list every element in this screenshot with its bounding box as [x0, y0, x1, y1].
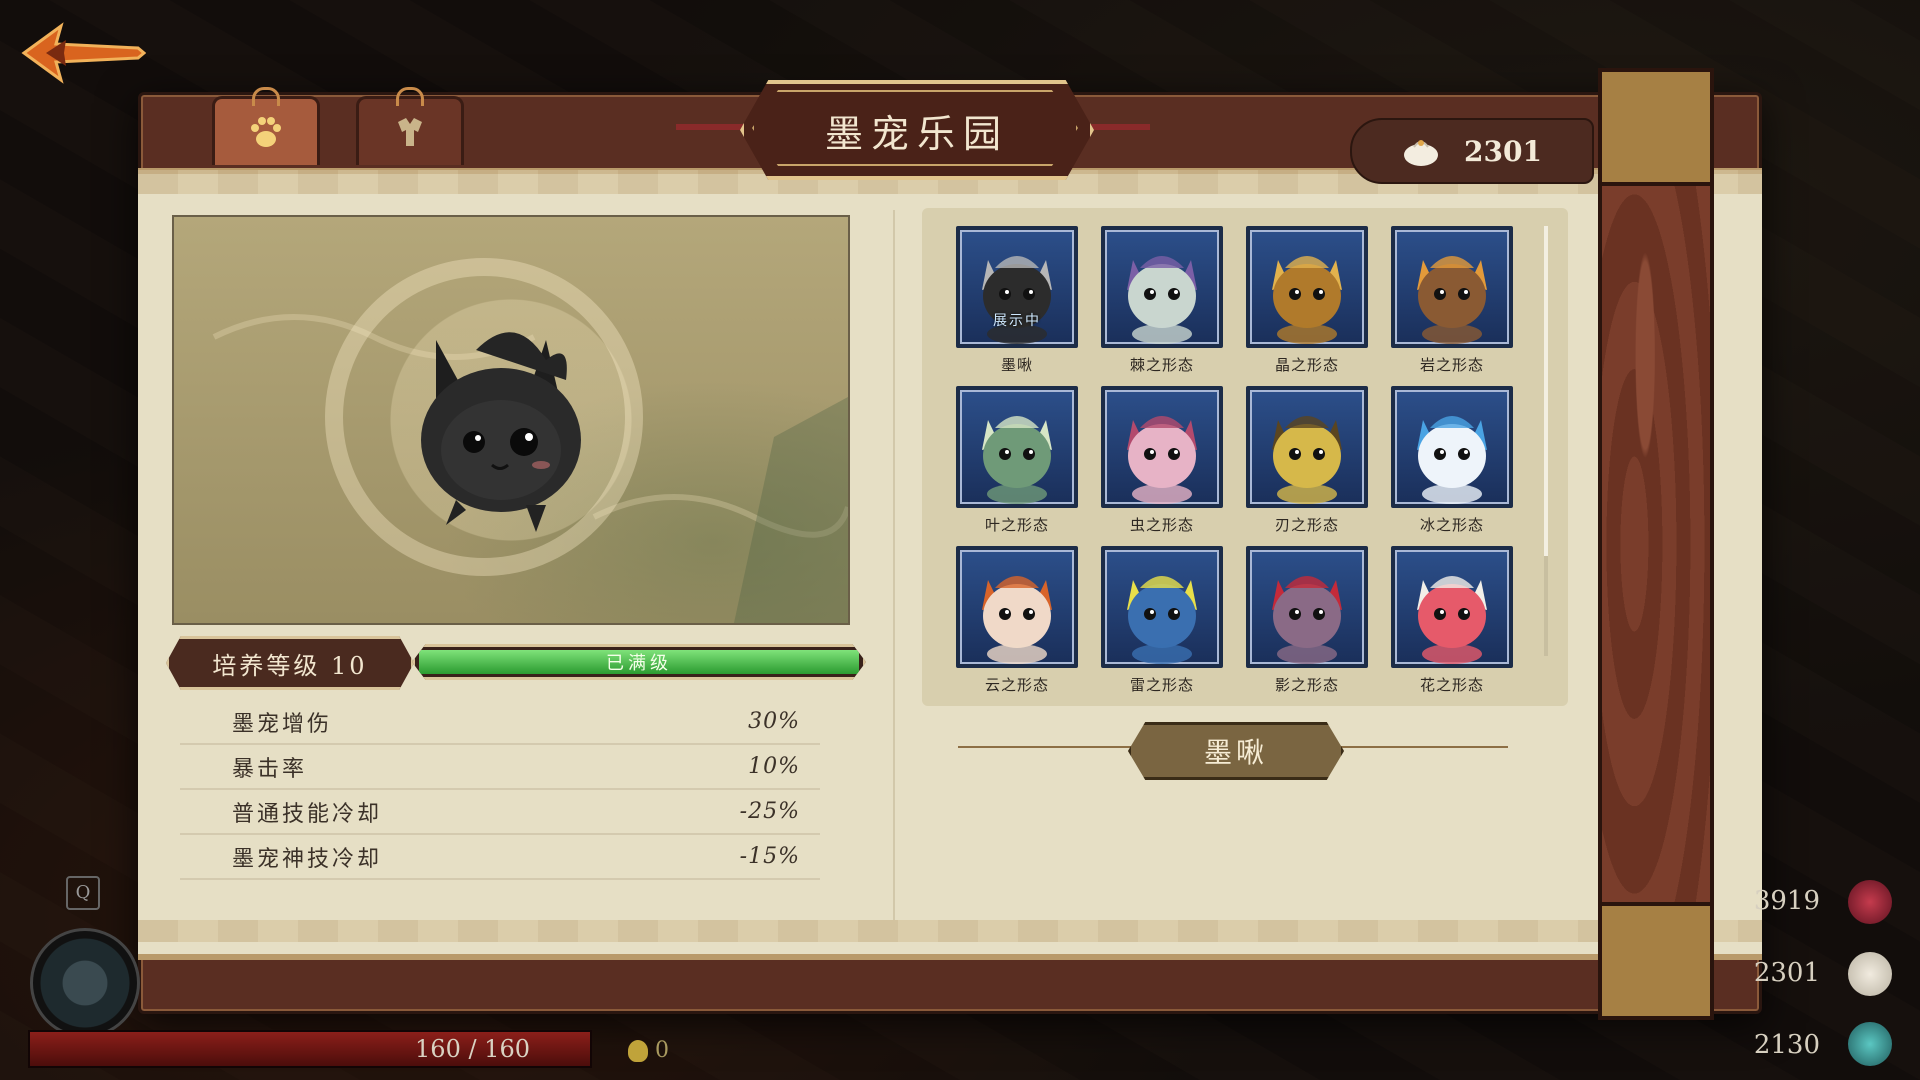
pillar-cap-top: [1598, 68, 1714, 186]
pet-card[interactable]: 叶之形态: [956, 386, 1078, 546]
skill-wheel[interactable]: [30, 928, 140, 1038]
shield-coin-icon: [628, 1040, 648, 1062]
pet-name: 叶之形态: [984, 516, 1049, 534]
pet-name: 刃之形态: [1274, 516, 1339, 534]
pet-portrait-frame: [1246, 386, 1368, 508]
pet-card[interactable]: 花之形态: [1391, 546, 1513, 706]
pet-card[interactable]: 虫之形态: [1101, 386, 1223, 546]
bun-icon: [1404, 140, 1438, 166]
stat-name: 墨宠神技冷却: [232, 846, 383, 872]
paper-band-bottom: [138, 920, 1762, 942]
preview-pet-moqiu: [396, 300, 616, 540]
pet-name: 雷之形态: [1129, 676, 1194, 694]
pet-card[interactable]: 棘之形态: [1101, 226, 1223, 386]
pet-name: 影之形态: [1274, 676, 1339, 694]
pet-card[interactable]: 刃之形态: [1246, 386, 1368, 546]
stat-row: 暴击率 10%: [180, 745, 820, 790]
back-button[interactable]: [16, 18, 147, 88]
pillar-cap-bottom: [1598, 902, 1714, 1020]
back-arrow-icon: [21, 22, 147, 84]
stat-value: 10%: [748, 754, 800, 779]
pet-card[interactable]: 晶之形态: [1246, 226, 1368, 386]
pet-portrait-frame: [956, 386, 1078, 508]
pet-portrait-frame: [1101, 226, 1223, 348]
title-rope-left: [676, 124, 746, 130]
pet-portrait: [1127, 576, 1197, 664]
hp-bar: 160 / 160: [28, 1030, 592, 1068]
pet-portrait: [982, 416, 1052, 504]
outfit-icon: [398, 118, 422, 146]
pet-card[interactable]: 云之形态: [956, 546, 1078, 706]
stat-value: -25%: [739, 799, 800, 824]
currency-value: 2301: [1464, 134, 1542, 168]
cultivation-level-label: 培养等级 10: [166, 636, 414, 690]
pet-portrait-frame: [1391, 226, 1513, 348]
stat-name: 暴击率: [232, 756, 308, 782]
pet-name: 云之形态: [984, 676, 1049, 694]
tab-hanger: [252, 87, 280, 106]
key-hint-q: Q: [66, 876, 100, 910]
stat-value: -15%: [739, 844, 800, 869]
resource-value-2: 2301: [1753, 958, 1820, 988]
pet-portrait: [1417, 576, 1487, 664]
stat-value: 30%: [748, 709, 800, 734]
pet-portrait-frame: 展示中: [956, 226, 1078, 348]
pet-portrait-frame: [1101, 386, 1223, 508]
selected-pet-name: 墨啾: [1128, 722, 1344, 780]
pet-portrait: [1272, 416, 1342, 504]
stat-name: 墨宠增伤: [232, 711, 333, 737]
pet-portrait: [1272, 576, 1342, 664]
showing-tag: 展示中: [993, 313, 1041, 329]
pet-name: 虫之形态: [1129, 516, 1194, 534]
pet-name: 花之形态: [1419, 676, 1484, 694]
pet-stats-list: 墨宠增伤 30% 暴击率 10% 普通技能冷却 -25% 墨宠神技冷却 -15%: [180, 700, 820, 880]
pet-portrait-frame: [1246, 226, 1368, 348]
pet-name: 棘之形态: [1129, 356, 1194, 374]
pet-portrait: [1272, 256, 1342, 344]
pet-portrait: [982, 576, 1052, 664]
stat-row: 墨宠增伤 30%: [180, 700, 820, 745]
pet-portrait-frame: [1246, 546, 1368, 668]
gold-value: 0: [655, 1038, 669, 1063]
level-progress-bar: 已满级: [412, 644, 866, 680]
pet-card[interactable]: 展示中 墨啾: [956, 226, 1078, 386]
crystal-icon: [1848, 1022, 1892, 1066]
tab-hanger: [396, 87, 424, 106]
tab-outfits[interactable]: [356, 87, 464, 165]
pet-portrait: [1417, 256, 1487, 344]
pet-portrait-frame: [1391, 386, 1513, 508]
tab-pets[interactable]: [212, 87, 320, 165]
pet-portrait-frame: [1391, 546, 1513, 668]
pet-name: 冰之形态: [1419, 516, 1484, 534]
pet-card[interactable]: 影之形态: [1246, 546, 1368, 706]
resource-value-3: 2130: [1753, 1030, 1820, 1060]
pet-name: 墨啾: [1000, 356, 1033, 374]
column-divider: [893, 210, 895, 920]
title-plate-border: [752, 90, 1078, 166]
pet-portrait: [1127, 256, 1197, 344]
level-status: 已满级: [606, 653, 672, 674]
pet-portrait-frame: [956, 546, 1078, 668]
pet-portrait: [1417, 416, 1487, 504]
stat-row: 普通技能冷却 -25%: [180, 790, 820, 835]
stat-name: 普通技能冷却: [232, 801, 383, 827]
hp-value: 160 / 160: [415, 1035, 530, 1063]
stat-row: 墨宠神技冷却 -15%: [180, 835, 820, 880]
red-flower-icon: [1848, 880, 1892, 924]
pet-portrait-frame: [1101, 546, 1223, 668]
pet-grid-scrollbar[interactable]: [1544, 226, 1548, 656]
pet-card[interactable]: 岩之形态: [1391, 226, 1513, 386]
bun-icon: [1848, 952, 1892, 996]
pet-name: 晶之形态: [1274, 356, 1339, 374]
resource-value-1: 3919: [1753, 886, 1820, 916]
pet-card[interactable]: 雷之形态: [1101, 546, 1223, 706]
ornament-pillar: [1598, 68, 1714, 1020]
pet-card[interactable]: 冰之形态: [1391, 386, 1513, 546]
scrollbar-thumb[interactable]: [1544, 226, 1548, 556]
pet-name: 岩之形态: [1419, 356, 1484, 374]
pet-portrait: [1127, 416, 1197, 504]
paw-icon: [251, 117, 281, 147]
pet-moqiu-image: [421, 332, 581, 532]
currency-display: 2301: [1350, 118, 1594, 184]
